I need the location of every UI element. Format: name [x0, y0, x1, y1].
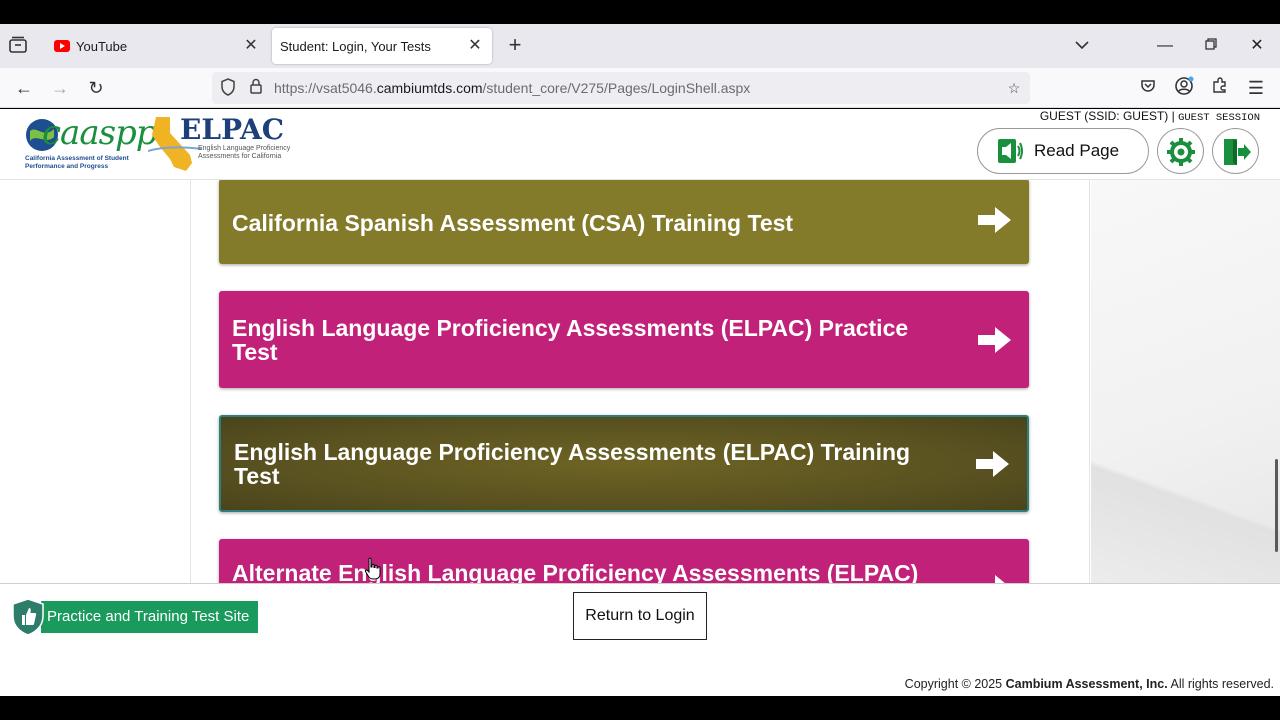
arrow-right-icon: [976, 450, 1009, 477]
tab-list-icon[interactable]: [8, 36, 32, 56]
copyright-company: Cambium Assessment, Inc.: [1005, 677, 1168, 691]
account-icon[interactable]: [1172, 76, 1196, 100]
url-text: https://vsat5046.cambiumtds.com/student_…: [274, 80, 750, 96]
tab-overflow-chevron-icon[interactable]: [1070, 34, 1094, 58]
test-card-elpac-practice[interactable]: English Language Proficiency Assessments…: [219, 291, 1029, 388]
guest-ssid: GUEST (SSID: GUEST): [1039, 109, 1169, 123]
guest-info: GUEST (SSID: GUEST) | GUEST SESSION: [1040, 109, 1260, 124]
tab-label: Student: Login, Your Tests: [280, 38, 431, 54]
read-page-button[interactable]: Read Page: [977, 128, 1149, 174]
back-arrow-icon[interactable]: ←: [12, 76, 36, 100]
forward-arrow-icon[interactable]: →: [48, 76, 72, 100]
read-page-label: Read Page: [1034, 141, 1120, 160]
copyright-prefix: Copyright © 2025: [904, 677, 1006, 691]
elpac-logo: ELPAC English Language Proficiency Asses…: [148, 113, 308, 175]
close-window-icon[interactable]: ✕: [1245, 34, 1269, 58]
close-tab-icon[interactable]: ✕: [466, 37, 484, 55]
test-card-csa-training[interactable]: California Spanish Assessment (CSA) Trai…: [219, 179, 1029, 264]
test-card-label: English Language Proficiency Assessments…: [232, 314, 909, 365]
address-bar[interactable]: https://vsat5046.cambiumtds.com/student_…: [212, 72, 1030, 104]
tab-label: YouTube: [76, 38, 128, 54]
practice-training-badge: Practice and Training Test Site: [11, 597, 259, 636]
caaspp-logo: caaspp California Assessment of Student …: [24, 113, 158, 175]
copyright-notice: Copyright © 2025 Cambium Assessment, Inc…: [905, 677, 1274, 691]
tab-youtube[interactable]: YouTube ✕: [46, 28, 268, 64]
pocket-icon[interactable]: [1136, 76, 1160, 100]
new-tab-icon[interactable]: +: [503, 34, 527, 58]
url-path: /student_core/V275/Pages/LoginShell.aspx: [482, 80, 751, 96]
guest-separator: |: [1168, 109, 1179, 123]
lock-icon[interactable]: [246, 78, 266, 98]
close-tab-icon[interactable]: ✕: [242, 37, 260, 55]
url-prefix: https://vsat5046.: [274, 80, 377, 96]
scrollbar-thumb[interactable]: [1275, 459, 1278, 552]
browser-nav-bar: ← → ↻ https://vsat5046.cambiumtds.com/st…: [0, 68, 1280, 108]
arrow-right-icon: [978, 206, 1011, 233]
background-decoration: [1091, 180, 1280, 600]
page-footer: Practice and Training Test Site Return t…: [0, 583, 1280, 696]
screen: YouTube ✕ Student: Login, Your Tests ✕ +…: [0, 0, 1280, 720]
arrow-right-icon: [978, 326, 1011, 353]
caaspp-logo-text: caaspp: [42, 113, 158, 153]
restore-icon[interactable]: [1199, 34, 1223, 58]
gear-icon: [1167, 138, 1195, 166]
test-card-label: English Language Proficiency Assessments…: [234, 438, 911, 489]
return-to-login-button[interactable]: Return to Login: [573, 592, 707, 640]
bookmark-star-icon[interactable]: ☆: [1004, 78, 1024, 98]
hand-cursor-icon: [364, 557, 381, 580]
logout-icon: [1224, 139, 1251, 165]
reload-icon[interactable]: ↻: [84, 76, 108, 100]
test-card-label: Alternate English Language Proficiency A…: [232, 560, 919, 586]
practice-training-label: Practice and Training Test Site: [41, 600, 259, 633]
thumbs-up-shield-icon: [12, 597, 44, 636]
copyright-suffix: All rights reserved.: [1167, 677, 1274, 691]
browser-tab-bar: YouTube ✕ Student: Login, Your Tests ✕ +…: [0, 24, 1280, 68]
youtube-icon: [54, 40, 70, 52]
settings-button[interactable]: [1157, 128, 1204, 174]
caaspp-subtitle: California Assessment of Student Perform…: [25, 155, 129, 170]
elpac-subtitle: English Language Proficiency Assessments…: [198, 145, 291, 160]
web-page: California Spanish Assessment (CSA) Trai…: [0, 109, 1280, 696]
shield-icon[interactable]: [218, 78, 238, 98]
site-header: caaspp California Assessment of Student …: [0, 109, 1280, 180]
elpac-logo-text: ELPAC: [180, 113, 285, 146]
test-card-elpac-training[interactable]: English Language Proficiency Assessments…: [219, 415, 1029, 512]
url-domain: cambiumtds.com: [376, 80, 483, 96]
extensions-icon[interactable]: [1208, 76, 1232, 100]
guest-session-label: GUEST SESSION: [1178, 112, 1260, 124]
menu-hamburger-icon[interactable]: ☰: [1244, 76, 1268, 100]
minimize-icon[interactable]: —: [1153, 34, 1177, 58]
tab-student-login[interactable]: Student: Login, Your Tests ✕: [272, 28, 492, 64]
logout-button[interactable]: [1212, 128, 1259, 174]
read-page-icon: [998, 139, 1023, 163]
test-card-label: California Spanish Assessment (CSA) Trai…: [232, 209, 794, 236]
